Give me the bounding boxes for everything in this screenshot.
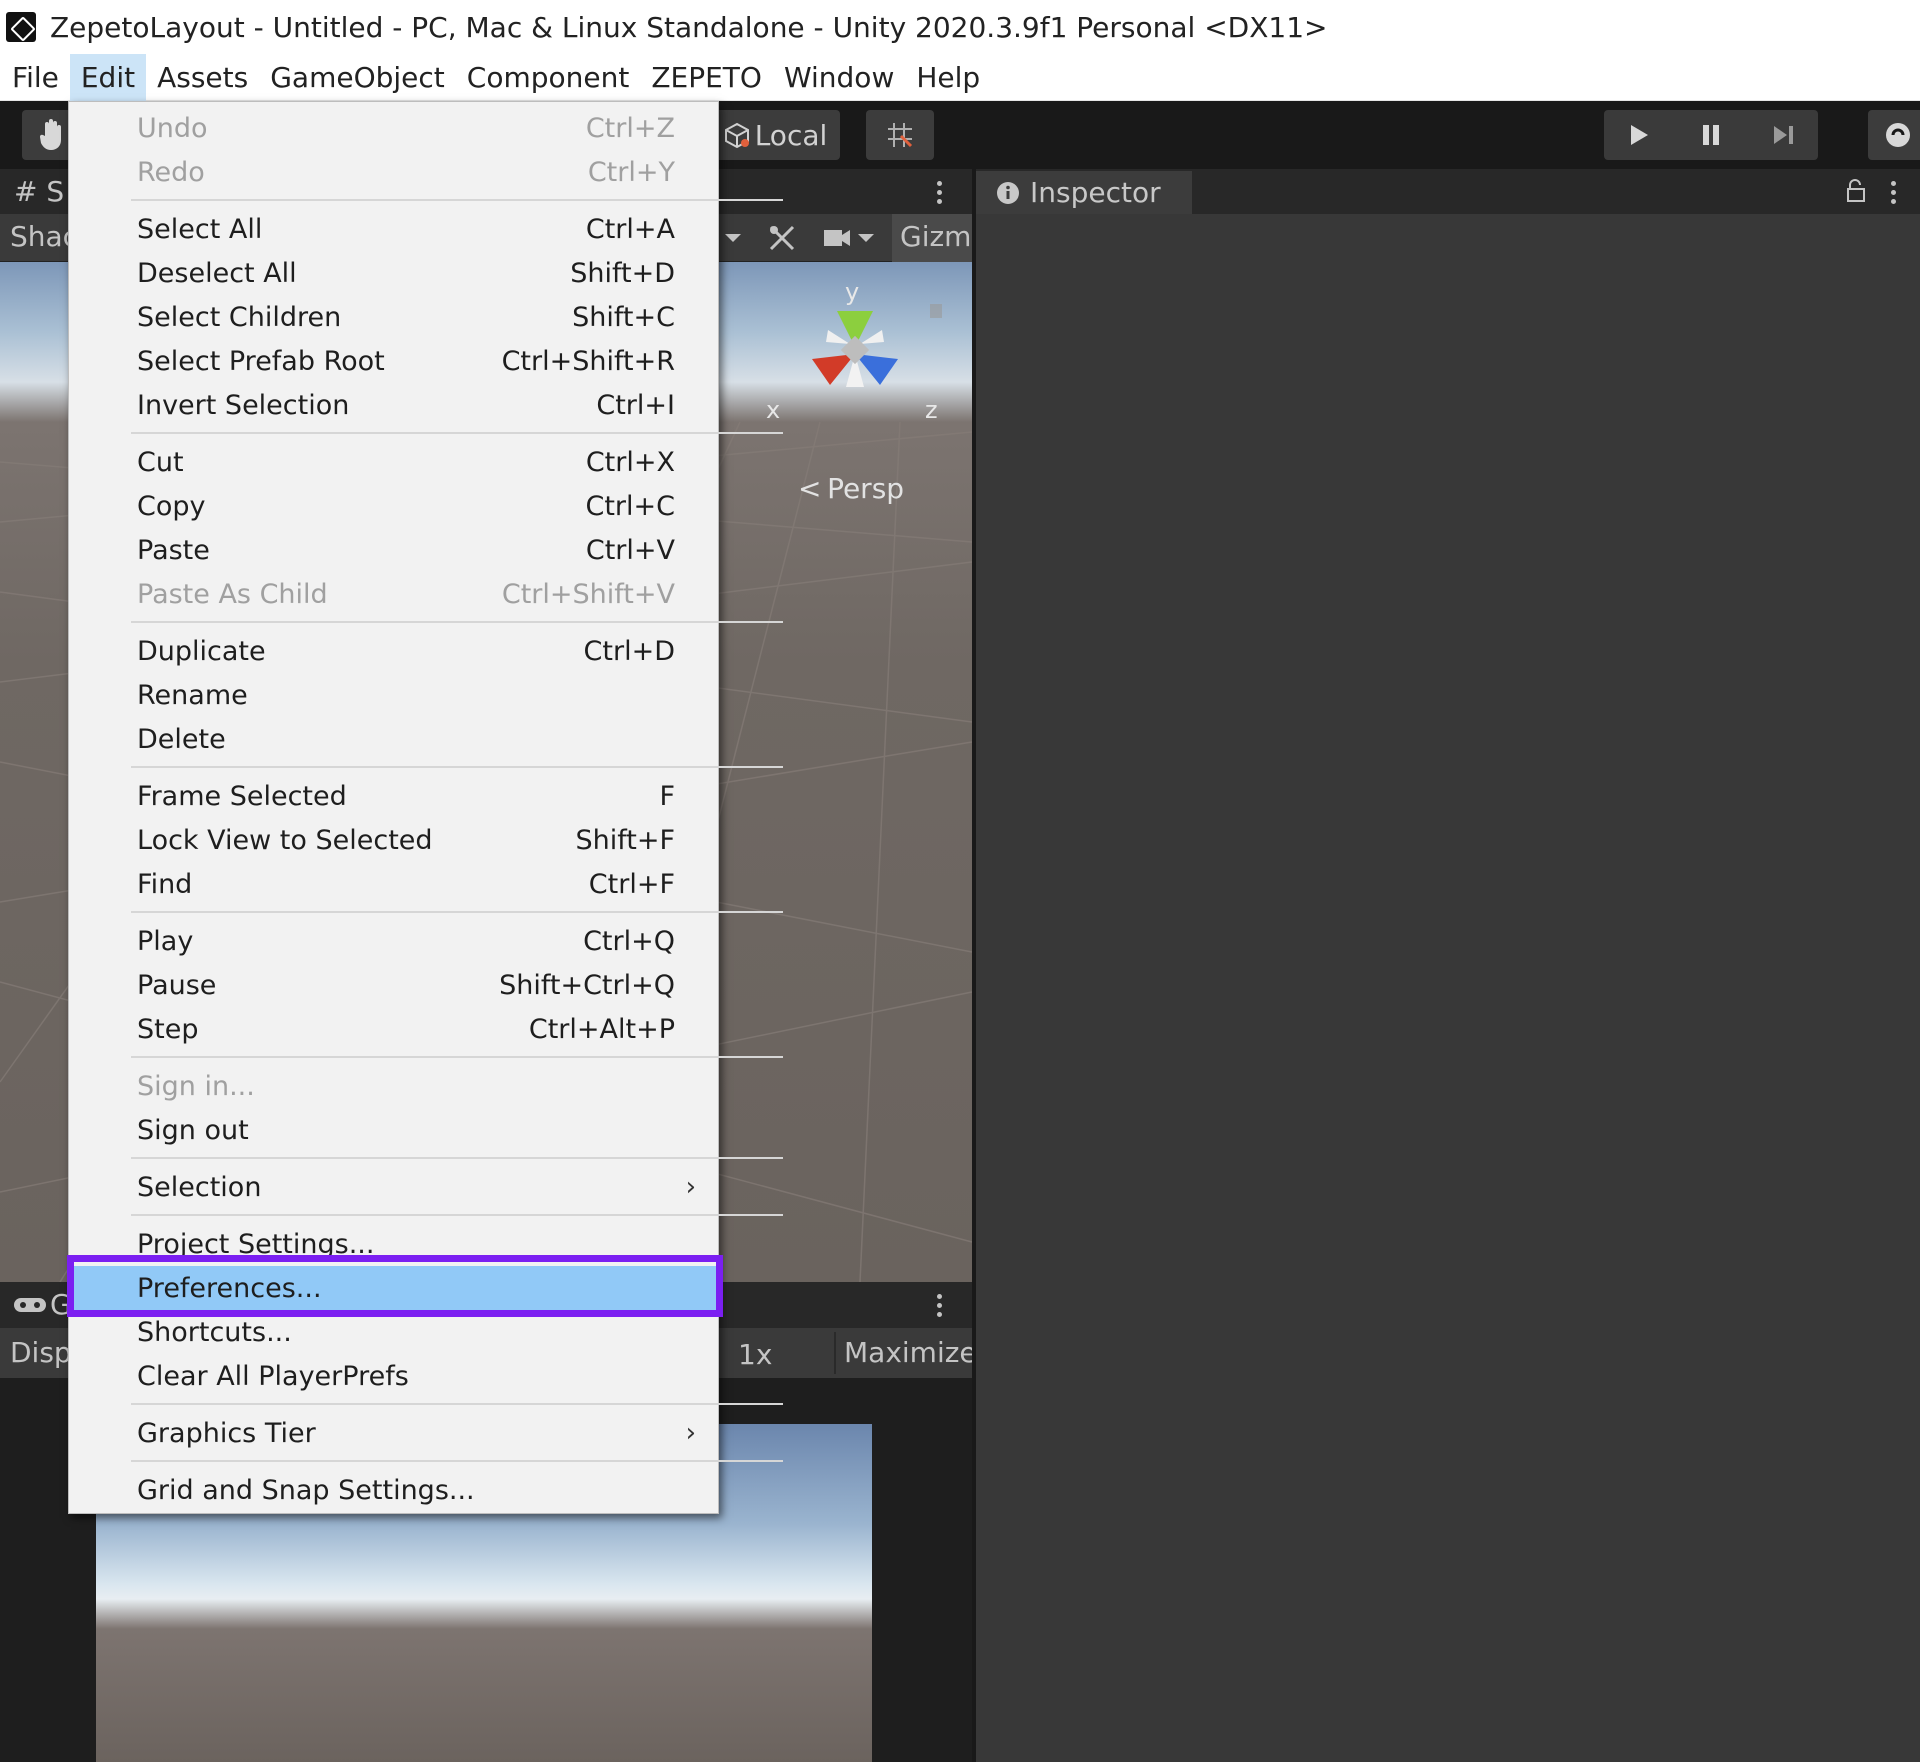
title-bar: ZepetoLayout - Untitled - PC, Mac & Linu… — [0, 0, 1920, 54]
projection-toggle[interactable]: < Persp — [798, 472, 904, 505]
inspector-tab-bar: Inspector — [976, 169, 1920, 214]
pivot-label: Local — [754, 118, 828, 152]
menu-item-copy[interactable]: Copy Ctrl+C — [69, 484, 718, 528]
menu-item-graphics-tier[interactable]: Graphics Tier › — [69, 1411, 718, 1455]
menu-separator — [131, 766, 783, 768]
menu-item-clear-playerprefs[interactable]: Clear All PlayerPrefs — [69, 1354, 718, 1398]
step-icon — [1774, 126, 1793, 144]
menu-assets[interactable]: Assets — [146, 54, 259, 101]
collab-button[interactable] — [1868, 110, 1920, 160]
pivot-rotation-toggle[interactable]: Local — [710, 110, 840, 160]
menu-item-rename[interactable]: Rename — [69, 673, 718, 717]
highlight-annotation-box — [67, 1255, 723, 1317]
info-icon — [997, 181, 1019, 204]
menu-item-paste-as-child[interactable]: Paste As Child Ctrl+Shift+V — [69, 572, 718, 616]
hand-icon — [39, 119, 61, 150]
menu-separator — [131, 1403, 783, 1405]
menu-item-select-all[interactable]: Select All Ctrl+A — [69, 207, 718, 251]
submenu-arrow-icon: › — [685, 1418, 696, 1448]
menu-bar: File Edit Assets GameObject Component ZE… — [0, 53, 1920, 101]
pause-button[interactable] — [1676, 110, 1746, 160]
persp-label: Persp — [827, 472, 905, 505]
menu-item-invert-selection[interactable]: Invert Selection Ctrl+I — [69, 383, 718, 427]
game-menu-icon[interactable] — [937, 1294, 943, 1318]
pause-icon — [1703, 125, 1719, 145]
menu-gameobject[interactable]: GameObject — [259, 54, 456, 101]
submenu-arrow-icon: › — [685, 1172, 696, 1202]
maximize-on-play-toggle[interactable]: Maximize — [844, 1336, 977, 1369]
cloud-icon — [1886, 123, 1910, 147]
menu-separator — [131, 1056, 783, 1058]
menu-separator — [131, 911, 783, 913]
menu-item-step[interactable]: Step Ctrl+Alt+P — [69, 1007, 718, 1051]
inspector-menu-icon[interactable] — [1891, 181, 1897, 205]
menu-item-frame-selected[interactable]: Frame Selected F — [69, 774, 718, 818]
play-icon — [1631, 125, 1648, 145]
lock-icon[interactable] — [1844, 177, 1868, 205]
inspector-tab-label: Inspector — [1030, 176, 1161, 209]
menu-help[interactable]: Help — [905, 54, 991, 101]
grid-snap-icon — [888, 123, 913, 148]
menu-item-delete[interactable]: Delete — [69, 717, 718, 761]
grid-snap-button[interactable] — [866, 110, 934, 160]
menu-item-grid-snap-settings[interactable]: Grid and Snap Settings... — [69, 1468, 718, 1512]
menu-item-selection[interactable]: Selection › — [69, 1165, 718, 1209]
menu-item-pause[interactable]: Pause Shift+Ctrl+Q — [69, 963, 718, 1007]
menu-item-select-prefab-root[interactable]: Select Prefab Root Ctrl+Shift+R — [69, 339, 718, 383]
gizmos-dropdown[interactable]: Gizm — [900, 220, 971, 253]
menu-item-undo[interactable]: Undo Ctrl+Z — [69, 106, 718, 150]
menu-separator — [131, 1214, 783, 1216]
menu-item-lock-view[interactable]: Lock View to Selected Shift+F — [69, 818, 718, 862]
menu-separator — [131, 432, 783, 434]
playmode-controls — [1604, 110, 1818, 160]
menu-separator — [131, 199, 783, 201]
inspector-tab[interactable]: Inspector — [976, 171, 1192, 214]
menu-item-redo[interactable]: Redo Ctrl+Y — [69, 150, 718, 194]
menu-component[interactable]: Component — [456, 54, 641, 101]
cube-icon — [724, 122, 749, 149]
scale-label: 1x — [738, 1338, 773, 1371]
chevron-down-icon[interactable] — [722, 228, 744, 248]
tools-icon[interactable] — [766, 222, 798, 254]
menu-file[interactable]: File — [0, 54, 70, 101]
menu-item-deselect-all[interactable]: Deselect All Shift+D — [69, 251, 718, 295]
camera-icon[interactable] — [822, 224, 874, 252]
menu-edit[interactable]: Edit — [69, 53, 147, 101]
scene-menu-icon[interactable] — [937, 181, 943, 205]
window-title: ZepetoLayout - Untitled - PC, Mac & Linu… — [50, 10, 1328, 44]
gamepad-icon — [14, 1298, 46, 1312]
menu-item-sign-out[interactable]: Sign out — [69, 1108, 718, 1152]
axis-y-label: y — [845, 278, 860, 306]
step-button[interactable] — [1748, 110, 1818, 160]
axis-x-label: x — [766, 396, 781, 424]
menu-item-find[interactable]: Find Ctrl+F — [69, 862, 718, 906]
menu-zepeto[interactable]: ZEPETO — [640, 54, 773, 101]
menu-item-play[interactable]: Play Ctrl+Q — [69, 919, 718, 963]
menu-item-sign-in[interactable]: Sign in... — [69, 1064, 718, 1108]
menu-item-select-children[interactable]: Select Children Shift+C — [69, 295, 718, 339]
menu-separator — [131, 1157, 783, 1159]
menu-item-paste[interactable]: Paste Ctrl+V — [69, 528, 718, 572]
inspector-body — [976, 214, 1920, 1762]
menu-window[interactable]: Window — [773, 54, 905, 101]
play-button[interactable] — [1604, 110, 1674, 160]
axis-z-label: z — [925, 396, 938, 424]
scene-tab[interactable]: # S — [14, 175, 64, 208]
display-dropdown[interactable]: Disp — [10, 1336, 72, 1369]
menu-item-duplicate[interactable]: Duplicate Ctrl+D — [69, 629, 718, 673]
menu-separator — [131, 621, 783, 623]
unity-logo-icon — [6, 12, 36, 42]
menu-item-cut[interactable]: Cut Ctrl+X — [69, 440, 718, 484]
menu-separator — [131, 1460, 783, 1462]
